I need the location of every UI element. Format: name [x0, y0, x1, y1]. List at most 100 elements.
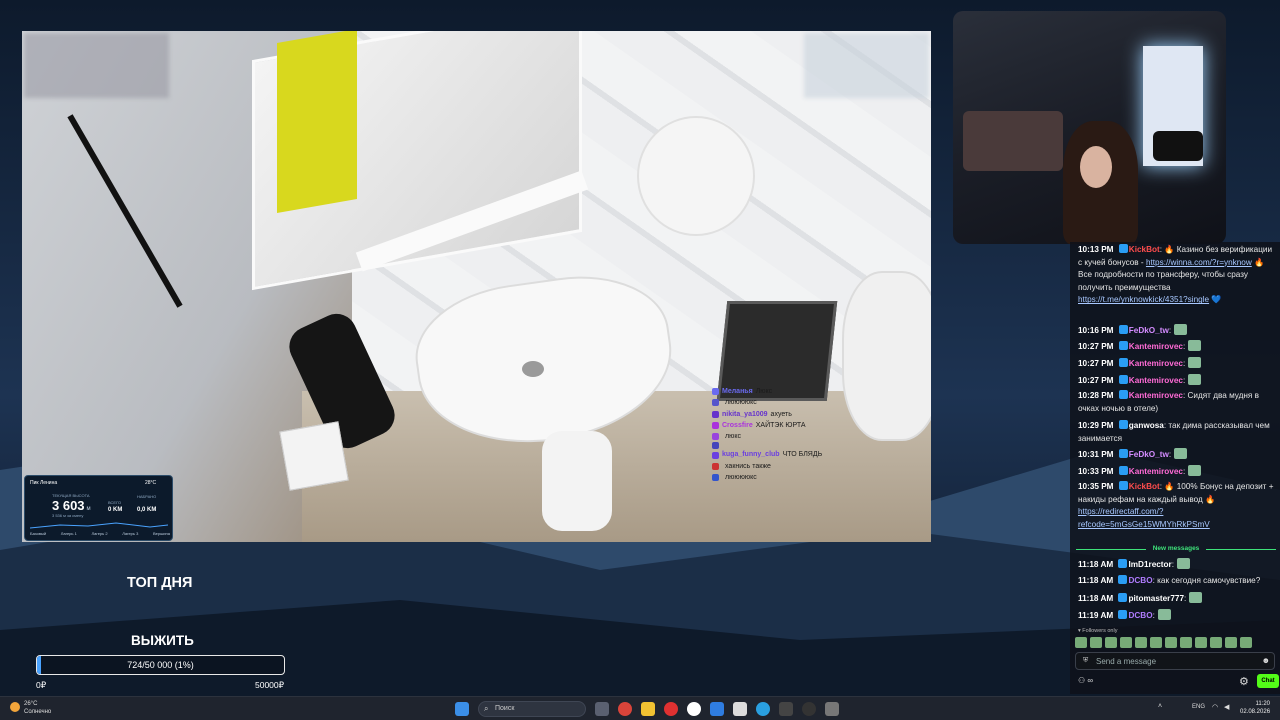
chat-username[interactable]: Kantemirovec	[1129, 359, 1183, 368]
user-badge-icon	[1118, 390, 1128, 399]
chat-timestamp: 11:18 AM	[1078, 594, 1114, 603]
chat-message: 10:28 PM Kantemirovec: Сидят два мудня в…	[1078, 390, 1278, 415]
chat-username[interactable]: KickBot	[1129, 245, 1160, 254]
todo-icon[interactable]	[710, 702, 724, 716]
obs-icon[interactable]	[733, 702, 747, 716]
overlay-chat-text: лююююкс	[725, 474, 757, 482]
user-badge-icon	[1118, 449, 1128, 458]
clock-time: 11:20	[1255, 701, 1271, 707]
user-badge-icon	[1118, 375, 1128, 384]
task-view-icon[interactable]	[595, 702, 609, 716]
chat-username[interactable]: ganwosa	[1129, 421, 1164, 430]
chat-username[interactable]: Kantemirovec	[1129, 342, 1183, 351]
user-badge-icon	[712, 474, 719, 482]
chat-emote-icon	[1188, 340, 1202, 351]
user-badge-icon	[1118, 466, 1128, 475]
stats-km1: 0 KM	[108, 507, 123, 513]
followers-only-label: ▾ Followers only	[1078, 628, 1118, 634]
new-messages-divider: New messages	[1076, 545, 1276, 552]
chevron-up-icon[interactable]: ˄	[1158, 703, 1162, 710]
video-socket	[279, 421, 349, 491]
stats-temperature: 28°C	[145, 480, 157, 486]
emoji-icon[interactable]: ☻	[1262, 656, 1270, 665]
overlay-chat-text: ахуеть	[770, 410, 792, 418]
user-badge-icon	[1118, 481, 1128, 490]
chat-timestamp: 10:27 PM	[1078, 359, 1114, 368]
emote-quick-bar[interactable]	[1075, 637, 1252, 648]
overlay-chat-user: Меланья	[722, 388, 753, 395]
taskbar-search[interactable]: ⌕ Поиск	[478, 701, 586, 717]
chat-username[interactable]: Kantemirovec	[1129, 376, 1183, 385]
user-badge-icon	[712, 388, 719, 396]
overlay-chat-user: kuga_funny_club	[722, 451, 780, 459]
chat-link[interactable]: https://redirectaff.com/?refcode=5mGsGe1…	[1078, 507, 1210, 529]
stats-point-label: Лагерь 1	[60, 531, 77, 536]
user-badge-icon	[1118, 244, 1128, 253]
chat-timestamp: 10:27 PM	[1078, 342, 1114, 351]
chat-username[interactable]: KickBot	[1129, 482, 1160, 491]
user-badge-icon	[1118, 593, 1128, 602]
user-badge-icon	[712, 462, 719, 470]
opera-icon[interactable]	[664, 702, 678, 716]
chat-link[interactable]: https://winna.com/?r=ynknow	[1146, 258, 1252, 267]
opera-gx-icon[interactable]	[618, 702, 632, 716]
overlay-chat-row: хакнись также	[712, 461, 912, 472]
chat-footer-left[interactable]: ⚇ ∞	[1078, 676, 1093, 685]
search-icon: ⌕	[484, 704, 489, 713]
settings-app-icon[interactable]	[825, 702, 839, 716]
chat-message: 10:27 PM Kantemirovec:	[1078, 374, 1278, 388]
stream-overlay-chat: Меланья Люкс лююююкс nikita_ya1009 ахуеть Cro…	[712, 386, 912, 483]
chat-input[interactable]: ⛨ Send a message ☻	[1075, 652, 1275, 670]
file-explorer-icon[interactable]	[641, 702, 655, 716]
video-person	[277, 31, 357, 214]
overlay-chat-row: nikita_ya1009 ахуеть	[712, 409, 912, 420]
speaker-icon[interactable]: ◀	[1224, 703, 1229, 711]
wifi-icon[interactable]: ◠	[1212, 703, 1218, 711]
cam-bed	[963, 111, 1063, 171]
chat-message: 11:18 AM ImD1rector:	[1078, 558, 1278, 572]
user-badge-icon	[1118, 610, 1128, 619]
chat-username[interactable]: FeDkO_tw	[1129, 450, 1169, 459]
app-icon[interactable]	[779, 702, 793, 716]
goal-max: 50000₽	[255, 680, 285, 690]
chat-message: 10:27 PM Kantemirovec:	[1078, 357, 1278, 371]
video-paper-dispenser	[637, 116, 755, 236]
chat-timestamp: 10:31 PM	[1078, 450, 1114, 459]
chat-message: 10:27 PM Kantemirovec:	[1078, 340, 1278, 354]
chat-username[interactable]: DCBO	[1128, 576, 1152, 585]
chat-text: :	[1182, 376, 1186, 385]
chat-send-button[interactable]: Chat	[1257, 674, 1279, 688]
chat-text: :	[1152, 611, 1155, 620]
telegram-icon[interactable]	[756, 702, 770, 716]
language-indicator[interactable]: ENG	[1192, 704, 1205, 710]
chat-text: :	[1171, 560, 1174, 569]
chat-username[interactable]: pitomaster777	[1128, 594, 1184, 603]
chat-timestamp: 11:18 AM	[1078, 576, 1114, 585]
chat-username[interactable]: FeDkO_tw	[1129, 326, 1169, 335]
chat-timestamp: 11:19 AM	[1078, 611, 1114, 620]
yandex-icon[interactable]	[687, 702, 701, 716]
chat-username[interactable]: ImD1rector	[1128, 560, 1171, 569]
chat-link[interactable]: https://t.me/ynknowkick/4351?single	[1078, 295, 1209, 304]
blurred-region-left	[24, 33, 169, 98]
windows-start-icon[interactable]	[455, 702, 469, 716]
overlay-chat-row	[712, 442, 912, 450]
user-badge-icon	[712, 410, 719, 418]
taskbar-clock[interactable]: 11:20 02.08.2026	[1240, 700, 1270, 716]
obs-studio-icon[interactable]	[802, 702, 816, 716]
stats-points: Базовый Лагерь 1 Лагерь 2 Лагерь 3 Вершина	[30, 531, 170, 536]
chat-emote-icon	[1157, 609, 1171, 620]
overlay-chat-row: Меланья Люкс	[712, 386, 912, 397]
chat-message: 10:13 PM KickBot: 🔥 Казино без верификац…	[1078, 244, 1278, 307]
chat-username[interactable]: Kantemirovec	[1129, 467, 1183, 476]
gear-icon[interactable]: ⚙	[1239, 675, 1249, 688]
weather-widget[interactable]: 26°C Солнечно	[10, 700, 51, 716]
user-badge-icon	[1118, 575, 1128, 584]
stats-point-label: Лагерь 3	[122, 531, 139, 536]
chat-username[interactable]: DCBO	[1128, 611, 1152, 620]
chat-text: :	[1182, 359, 1186, 368]
chat-emote-icon	[1189, 592, 1203, 603]
chat-timestamp: 10:35 PM	[1078, 482, 1114, 491]
stats-km2-label: НАБРАНО	[137, 494, 157, 499]
chat-username[interactable]: Kantemirovec	[1129, 391, 1183, 400]
